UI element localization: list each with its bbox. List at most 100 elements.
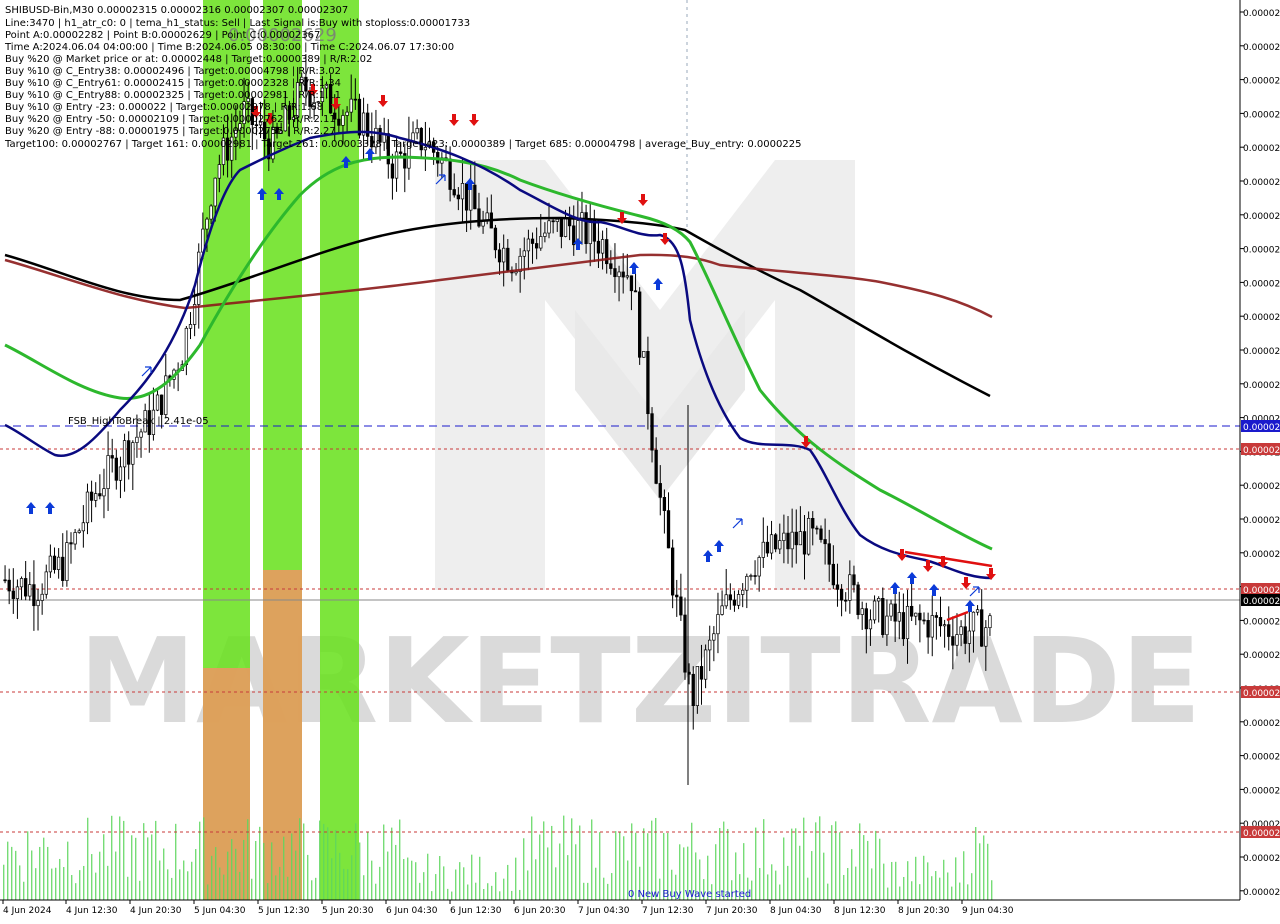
orange-zone-1: [203, 668, 250, 900]
volume-bar: [471, 854, 473, 900]
volume-bar: [163, 848, 165, 900]
volume-bar: [55, 867, 57, 900]
candle-body: [646, 351, 650, 415]
time-tick-label: 7 Jun 20:30: [706, 906, 758, 916]
time-tick-label: 8 Jun 04:30: [770, 906, 822, 916]
candle-body: [967, 630, 971, 644]
candle-body: [625, 275, 629, 278]
volume-bar: [787, 865, 789, 900]
volume-bar: [287, 876, 289, 900]
candle-body: [753, 575, 757, 577]
volume-bar: [439, 856, 441, 900]
candle-body: [15, 586, 20, 599]
candle-body: [815, 527, 819, 530]
candle-body: [951, 636, 955, 646]
candle-body: [716, 614, 720, 635]
volume-bar: [975, 827, 977, 900]
volume-bar: [59, 858, 61, 900]
volume-bar: [47, 846, 49, 900]
volume-bar: [771, 864, 773, 900]
candle-body: [699, 666, 704, 680]
volume-bar: [103, 834, 105, 900]
candle-body: [613, 268, 617, 278]
volume-bar: [231, 839, 233, 900]
volume-bar: [175, 823, 177, 900]
candle-body: [609, 263, 613, 269]
price-tick-label: 0.00002: [1243, 651, 1280, 661]
time-axis[interactable]: 4 Jun 2024 4 Jun 12:30 4 Jun 20:30 5 Jun 04…: [0, 899, 1280, 920]
candle-body: [460, 183, 465, 200]
volume-bar: [39, 846, 41, 900]
volume-bar: [307, 854, 309, 900]
volume-bar: [23, 881, 25, 900]
candle-body: [596, 240, 601, 254]
time-tick-label: 4 Jun 12:30: [66, 906, 118, 916]
volume-bar: [143, 823, 145, 900]
candle-body: [28, 584, 32, 597]
candle-body: [955, 634, 959, 646]
price-tick-label: 0.00002: [1243, 347, 1280, 357]
candle-body: [942, 624, 947, 627]
volume-bar: [203, 817, 205, 900]
volume-bar: [87, 817, 89, 900]
price-chart[interactable]: MARKETZITRADE FSB_HighToBreak | 2.41e-05…: [0, 0, 1280, 920]
candle-body: [757, 557, 761, 577]
volume-bar: [927, 862, 929, 900]
volume-bar: [831, 825, 833, 900]
candle-body: [353, 98, 357, 101]
candle-body: [473, 184, 477, 210]
fsb-high-to-break-label: FSB_HighToBreak | 2.41e-05: [68, 416, 209, 427]
price-axis-bg: [1240, 0, 1280, 920]
volume-bar: [655, 817, 657, 900]
candle-body: [782, 532, 786, 541]
candle-body: [555, 218, 559, 222]
volume-bar: [275, 875, 277, 900]
volume-bar: [243, 839, 245, 900]
candle-body: [357, 98, 362, 136]
candle-body: [774, 534, 778, 550]
candle-body: [11, 590, 15, 599]
candle-body: [947, 624, 951, 637]
candle-body: [551, 220, 555, 223]
candle-body: [971, 611, 976, 632]
price-axis[interactable]: 0.00002 0.00002 0.00002 0.00002 0.00002 0.000…: [1239, 0, 1280, 920]
volume-bar: [83, 865, 85, 900]
volume-bar: [495, 872, 497, 900]
volume-bar: [587, 882, 589, 900]
volume-bar: [255, 841, 257, 900]
volume-bar: [195, 849, 197, 900]
volume-bar: [783, 837, 785, 900]
candle-body: [831, 563, 835, 586]
candle-body: [341, 115, 345, 126]
candle-body: [885, 615, 889, 636]
candle-body: [572, 225, 576, 246]
candle-body: [761, 541, 765, 558]
chart-window: MARKETZITRADE FSB_HighToBreak | 2.41e-05…: [0, 0, 1280, 920]
volume-bar: [171, 877, 173, 900]
volume-bar: [855, 866, 857, 900]
volume-bar: [303, 823, 305, 900]
volume-bar: [123, 820, 125, 900]
volume-bar: [323, 823, 325, 900]
volume-bar: [619, 832, 621, 900]
volume-bar: [555, 867, 557, 900]
volume-bar: [563, 815, 565, 900]
volume-bar: [51, 868, 53, 900]
price-tick-label: 0.00002: [1243, 212, 1280, 222]
time-tick-label: 6 Jun 04:30: [386, 906, 438, 916]
volume-bar: [187, 871, 189, 900]
volume-bar: [239, 871, 241, 900]
volume-bar: [451, 891, 453, 900]
price-tick-label: 0.00002: [1243, 786, 1280, 796]
candle-body: [209, 205, 213, 220]
volume-bar: [167, 869, 169, 900]
volume-bar: [91, 854, 93, 900]
volume-bar: [911, 881, 913, 900]
volume-bar: [943, 859, 945, 900]
price-tag-label: 0.00002: [1243, 829, 1280, 839]
volume-bar: [131, 835, 133, 900]
candle-body: [77, 530, 81, 533]
candle-body: [642, 351, 646, 358]
volume-bar: [807, 877, 809, 900]
candle-body: [65, 542, 69, 581]
